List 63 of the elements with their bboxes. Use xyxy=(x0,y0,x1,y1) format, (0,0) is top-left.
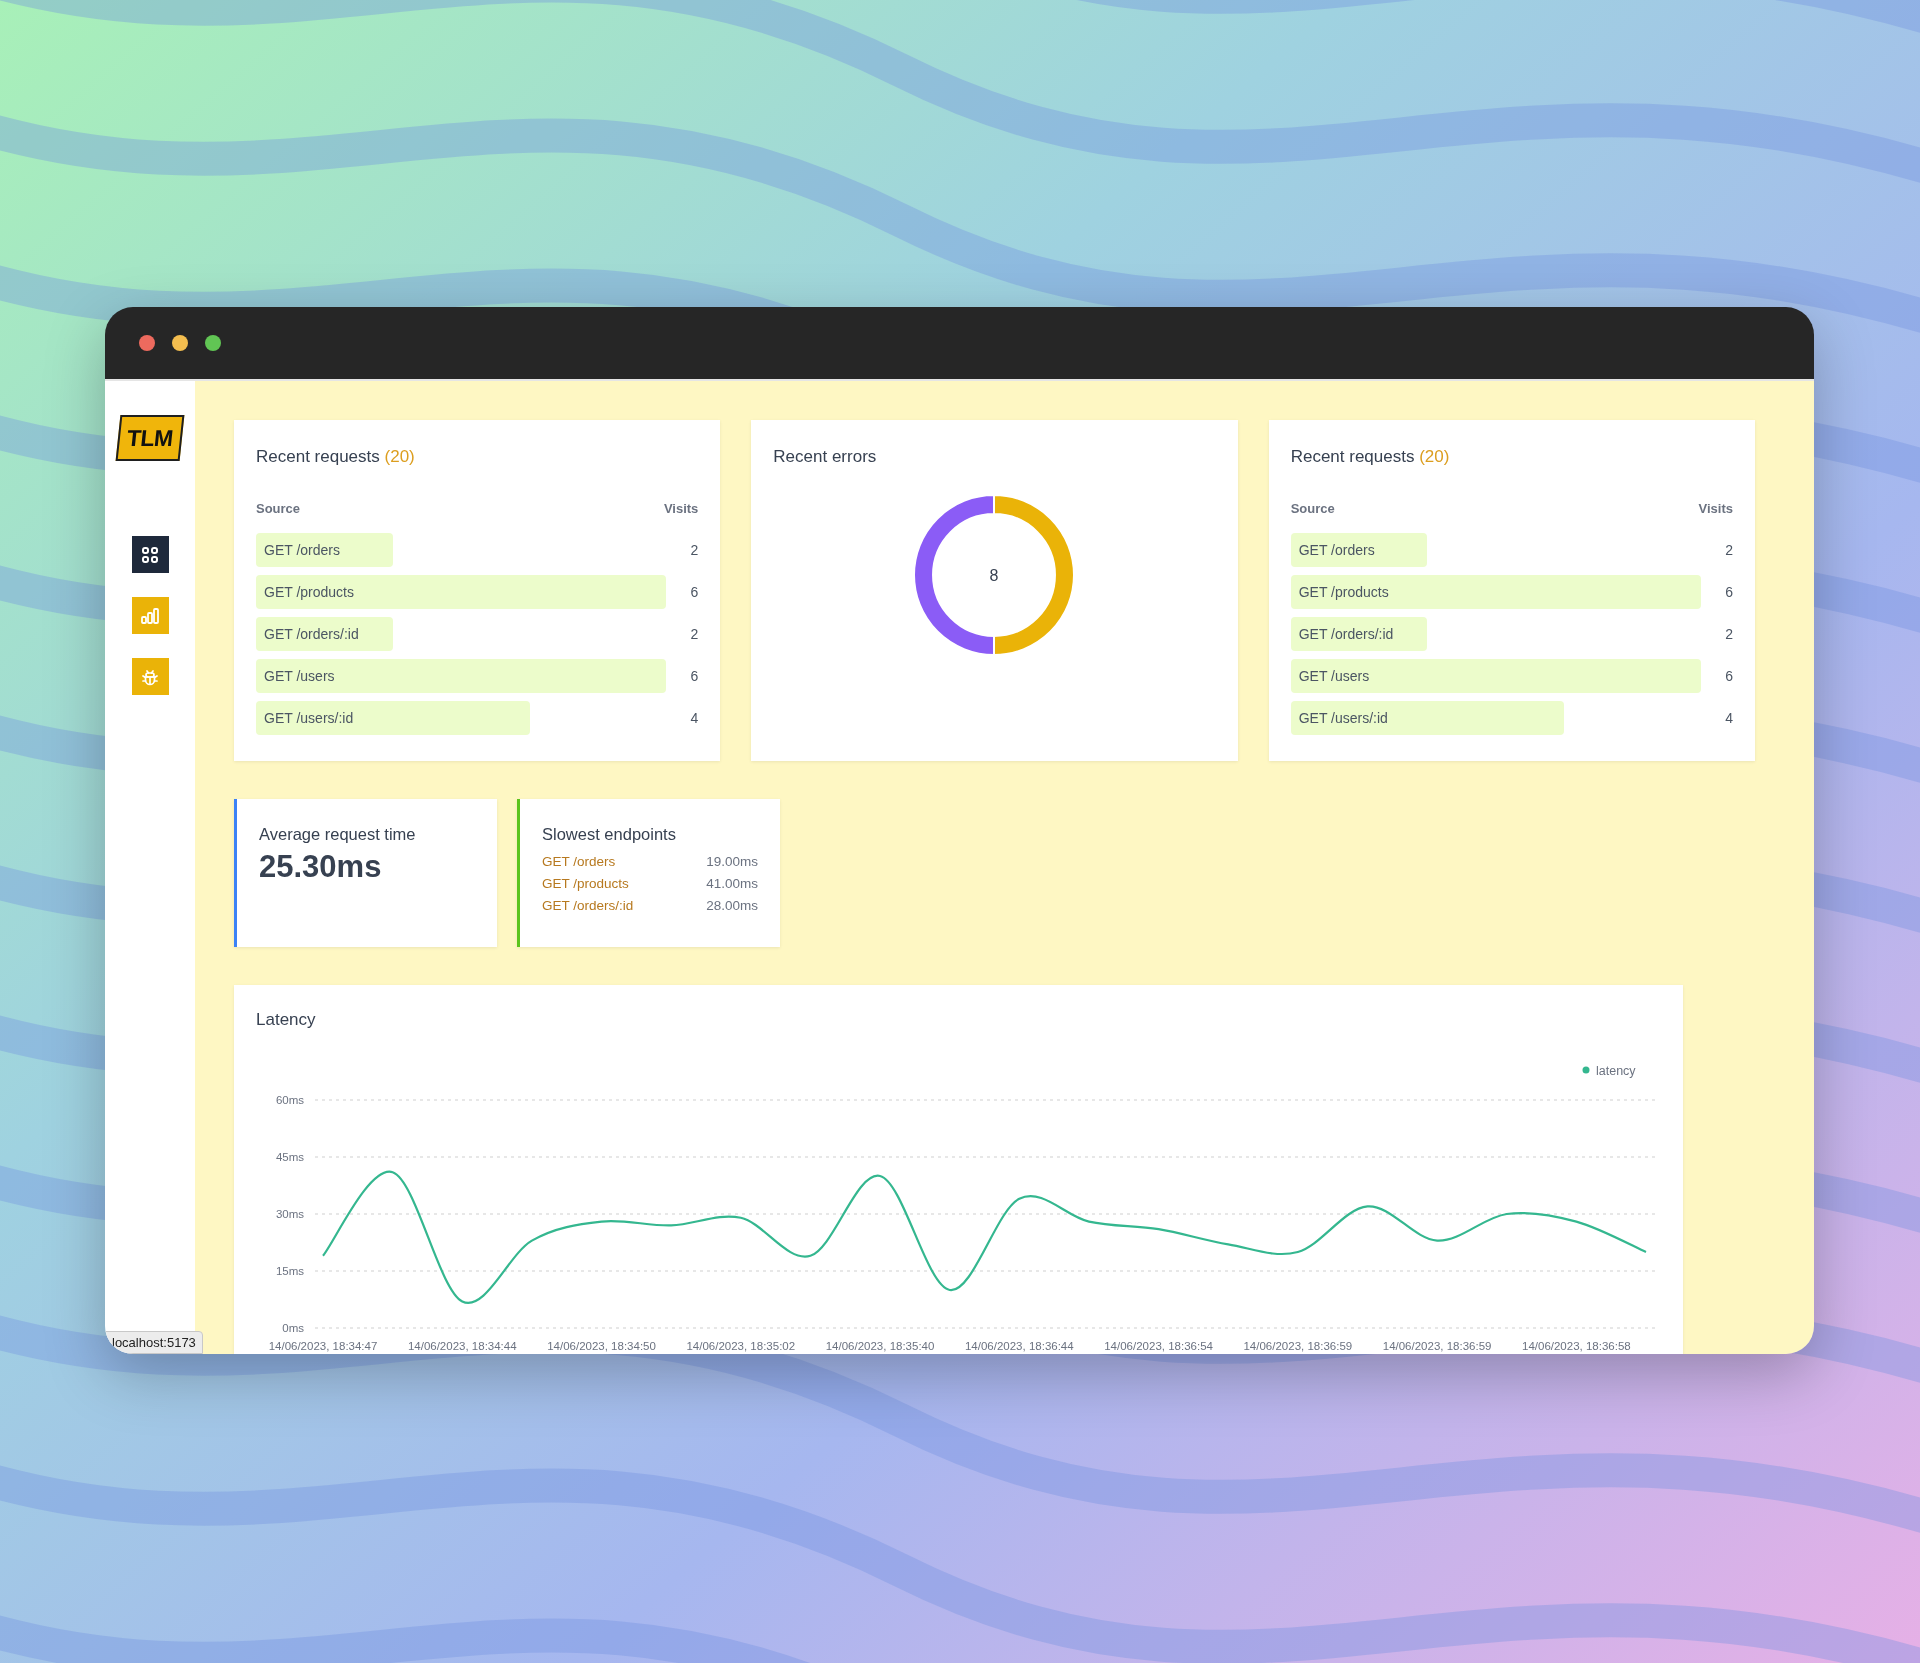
x-axis-label: 14/06/2023, 18:36:44 xyxy=(964,1340,1074,1352)
x-axis-label: 14/06/2023, 18:34:47 xyxy=(268,1340,378,1352)
endpoint-name: GET /orders/:id xyxy=(542,897,634,915)
stat-title: Average request time xyxy=(259,824,417,845)
column-header: Source xyxy=(256,501,301,516)
endpoint-time: 19.00ms xyxy=(706,853,758,871)
window-control[interactable] xyxy=(139,335,155,351)
endpoint-label: GET /users xyxy=(1298,668,1370,684)
endpoint-label: GET /products xyxy=(1298,584,1389,600)
column-header: Source xyxy=(1290,501,1335,516)
x-axis-label: 14/06/2023, 18:35:40 xyxy=(825,1340,935,1352)
window-control[interactable] xyxy=(205,335,221,351)
x-axis-label: 14/06/2023, 18:35:02 xyxy=(686,1340,796,1352)
y-axis-label: 45ms xyxy=(275,1151,304,1163)
endpoint-label: GET /orders/:id xyxy=(264,626,359,642)
visits-count: 4 xyxy=(689,710,699,726)
y-axis-label: 60ms xyxy=(275,1094,304,1106)
x-axis-label: 14/06/2023, 18:36:59 xyxy=(1243,1340,1353,1352)
endpoint-name: GET /orders xyxy=(542,853,616,871)
x-axis-label: 14/06/2023, 18:34:44 xyxy=(407,1340,517,1352)
column-header: Visits xyxy=(1698,501,1733,516)
endpoint-time: 41.00ms xyxy=(706,875,758,893)
bar-chart-icon xyxy=(140,606,160,625)
visits-count: 4 xyxy=(1724,710,1733,726)
column-header: Visits xyxy=(663,501,699,516)
card-title: Recent requests (20) xyxy=(1290,446,1451,468)
visits-count: 2 xyxy=(1724,542,1733,558)
nav-button[interactable] xyxy=(131,536,169,573)
card-title: Recent errors xyxy=(773,446,878,468)
stat-title: Slowest endpoints xyxy=(542,824,677,845)
window-control[interactable] xyxy=(172,335,188,351)
endpoint-label: GET /orders xyxy=(264,542,340,558)
endpoint-label: GET /users/:id xyxy=(264,710,354,726)
logo: TLM xyxy=(115,415,185,461)
x-axis-label: 14/06/2023, 18:36:54 xyxy=(1104,1340,1213,1352)
error-total: 8 xyxy=(990,567,999,584)
y-axis-label: 30ms xyxy=(275,1208,304,1220)
visits-count: 6 xyxy=(689,668,699,684)
endpoint-label: GET /products xyxy=(264,584,354,600)
status-tooltip: localhost:5173 xyxy=(105,1331,203,1354)
stat-value: 25.30ms xyxy=(259,849,383,885)
x-axis-label: 14/06/2023, 18:36:59 xyxy=(1382,1340,1492,1352)
visits-count: 2 xyxy=(689,626,699,642)
x-axis-label: 14/06/2023, 18:36:58 xyxy=(1522,1340,1631,1352)
endpoint-time: 28.00ms xyxy=(706,897,758,915)
card-title: Latency xyxy=(256,1009,317,1031)
visits-count: 2 xyxy=(689,542,699,558)
endpoint-label: GET /users/:id xyxy=(1298,710,1388,726)
visits-count: 2 xyxy=(1724,626,1733,642)
legend-label: latency xyxy=(1596,1063,1636,1078)
y-axis-label: 0ms xyxy=(282,1322,304,1334)
grid-icon xyxy=(141,545,159,564)
card-title: Recent requests (20) xyxy=(256,446,416,468)
y-axis-label: 15ms xyxy=(275,1265,304,1277)
x-axis-label: 14/06/2023, 18:34:50 xyxy=(547,1340,656,1352)
endpoint-label: GET /users xyxy=(264,668,335,684)
endpoint-name: GET /products xyxy=(542,875,629,893)
endpoint-label: GET /orders/:id xyxy=(1298,626,1394,642)
legend-dot xyxy=(1582,1066,1590,1074)
visits-count: 6 xyxy=(689,584,699,600)
visits-count: 6 xyxy=(1724,584,1733,600)
visits-count: 6 xyxy=(1724,668,1733,684)
endpoint-label: GET /orders xyxy=(1298,542,1375,558)
